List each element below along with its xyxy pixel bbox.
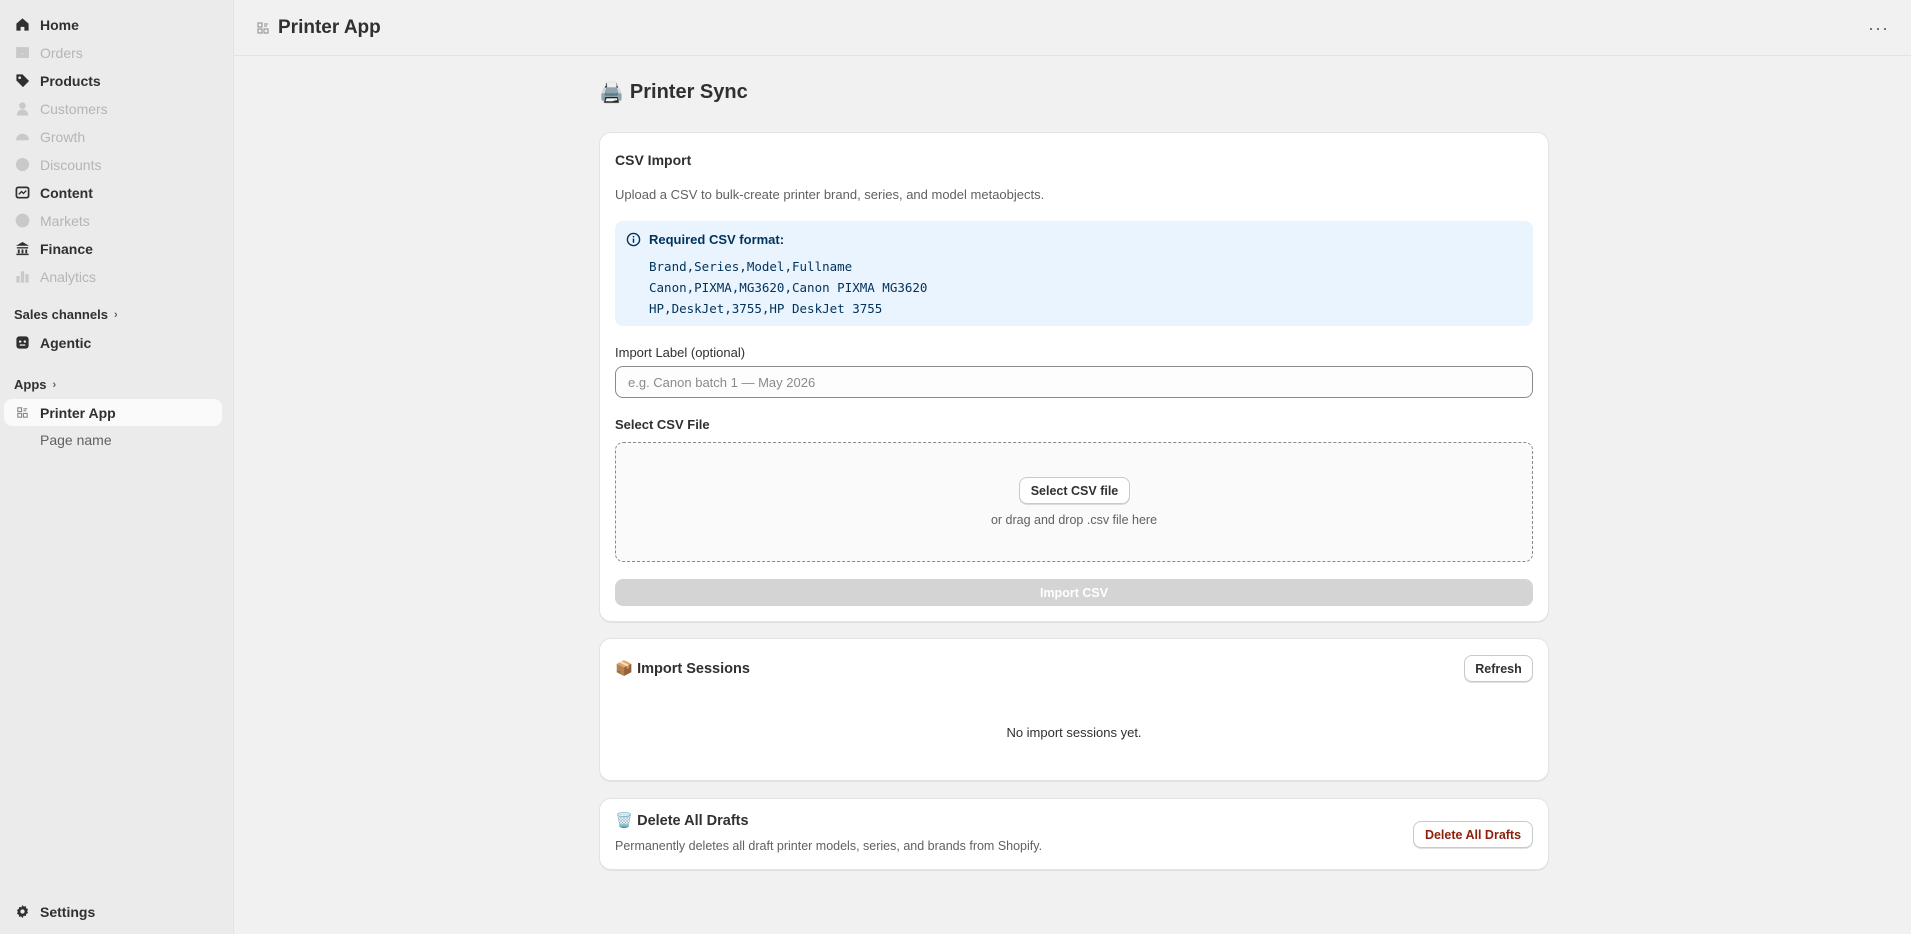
sidebar-item-agentic[interactable]: Agentic bbox=[4, 329, 222, 356]
sidebar-item-label: Agentic bbox=[40, 334, 92, 351]
home-icon bbox=[14, 17, 30, 33]
sidebar: Home Orders Products Customers Growth Di… bbox=[0, 0, 234, 934]
import-sessions-title: 📦 Import Sessions bbox=[615, 661, 750, 677]
package-icon: 📦 bbox=[615, 661, 634, 677]
sidebar-item-customers[interactable]: Customers bbox=[4, 95, 222, 122]
sidebar-item-label: Customers bbox=[40, 100, 108, 117]
csv-format-line: Brand,Series,Model,Fullname bbox=[649, 259, 853, 274]
sidebar-item-label: Finance bbox=[40, 240, 93, 257]
chart-icon bbox=[14, 269, 30, 285]
delete-drafts-title: 🗑️ Delete All Drafts bbox=[615, 813, 749, 829]
sidebar-item-finance[interactable]: Finance bbox=[4, 235, 222, 262]
sidebar-item-discounts[interactable]: Discounts bbox=[4, 151, 222, 178]
globe-icon bbox=[14, 213, 30, 229]
sidebar-item-orders[interactable]: Orders bbox=[4, 39, 222, 66]
refresh-button[interactable]: Refresh bbox=[1464, 655, 1533, 682]
sidebar-item-settings[interactable]: Settings bbox=[4, 898, 222, 925]
csv-format-title: Required CSV format: bbox=[649, 232, 785, 247]
sidebar-item-growth[interactable]: Growth bbox=[4, 123, 222, 150]
chevron-right-icon: › bbox=[113, 308, 118, 321]
sidebar-item-label: Analytics bbox=[40, 268, 97, 285]
content-icon bbox=[14, 185, 30, 201]
page-title: 🖨️ Printer Sync bbox=[599, 81, 748, 104]
bank-icon bbox=[14, 241, 30, 257]
csv-format-line: HP,DeskJet,3755,HP DeskJet 3755 bbox=[649, 301, 883, 316]
csv-import-title: CSV Import bbox=[615, 152, 692, 168]
sidebar-item-label: Markets bbox=[40, 212, 90, 229]
more-options-icon[interactable]: ··· bbox=[1868, 18, 1889, 39]
delete-all-drafts-button[interactable]: Delete All Drafts bbox=[1413, 821, 1533, 848]
sidebar-item-label: Settings bbox=[40, 903, 96, 920]
sidebar-item-label: Home bbox=[40, 16, 79, 33]
select-csv-file-button[interactable]: Select CSV file bbox=[1019, 477, 1130, 504]
sidebar-item-label: Content bbox=[40, 184, 93, 201]
sidebar-item-markets[interactable]: Markets bbox=[4, 207, 222, 234]
csv-import-card: CSV Import Upload a CSV to bulk-create p… bbox=[599, 132, 1549, 622]
app-grid-icon bbox=[257, 22, 269, 34]
trash-icon: 🗑️ bbox=[615, 813, 634, 829]
gauge-icon bbox=[14, 129, 30, 145]
sidebar-item-home[interactable]: Home bbox=[4, 11, 222, 38]
sidebar-item-content[interactable]: Content bbox=[4, 179, 222, 206]
top-bar: Printer App ··· bbox=[234, 0, 1911, 56]
empty-sessions-text: No import sessions yet. bbox=[1006, 725, 1142, 740]
sidebar-item-printer-app[interactable]: Printer App bbox=[4, 399, 222, 426]
sidebar-item-label: Discounts bbox=[40, 156, 102, 173]
delete-drafts-description: Permanently deletes all draft printer mo… bbox=[615, 839, 1043, 853]
sidebar-item-label: Printer App bbox=[40, 404, 116, 421]
csv-format-line: Canon,PIXMA,MG3620,Canon PIXMA MG3620 bbox=[649, 280, 928, 295]
inbox-icon bbox=[14, 45, 30, 61]
csv-import-description: Upload a CSV to bulk-create printer bran… bbox=[615, 187, 1045, 202]
import-csv-button[interactable]: Import CSV bbox=[615, 579, 1533, 606]
printer-icon: 🖨️ bbox=[599, 82, 624, 104]
sidebar-subitem-page-name[interactable]: Page name bbox=[40, 432, 112, 448]
sidebar-item-label: Growth bbox=[40, 128, 86, 145]
select-csv-file-label: Select CSV File bbox=[615, 417, 710, 432]
sidebar-item-label: Products bbox=[40, 72, 101, 89]
sales-channels-heading[interactable]: Sales channels › bbox=[14, 307, 118, 322]
import-sessions-card: 📦 Import Sessions Refresh No import sess… bbox=[599, 638, 1549, 781]
app-grid-icon bbox=[14, 405, 30, 421]
sidebar-item-products[interactable]: Products bbox=[4, 67, 222, 94]
gear-icon bbox=[14, 904, 30, 920]
discount-icon bbox=[14, 157, 30, 173]
person-icon bbox=[14, 101, 30, 117]
app-title: Printer App bbox=[278, 17, 381, 38]
sidebar-item-label: Orders bbox=[40, 44, 83, 61]
info-icon bbox=[626, 232, 641, 247]
delete-drafts-card: 🗑️ Delete All Drafts Permanently deletes… bbox=[599, 798, 1549, 870]
robot-icon bbox=[14, 335, 30, 351]
csv-format-banner: Required CSV format: Brand,Series,Model,… bbox=[615, 221, 1533, 326]
chevron-right-icon: › bbox=[52, 378, 57, 391]
import-label-field-label: Import Label (optional) bbox=[615, 345, 746, 360]
tag-icon bbox=[14, 73, 30, 89]
csv-dropzone[interactable]: Select CSV file or drag and drop .csv fi… bbox=[615, 442, 1533, 562]
apps-heading[interactable]: Apps › bbox=[14, 377, 56, 392]
drop-hint: or drag and drop .csv file here bbox=[990, 513, 1158, 527]
import-label-input[interactable] bbox=[615, 366, 1533, 398]
sidebar-item-analytics[interactable]: Analytics bbox=[4, 263, 222, 290]
